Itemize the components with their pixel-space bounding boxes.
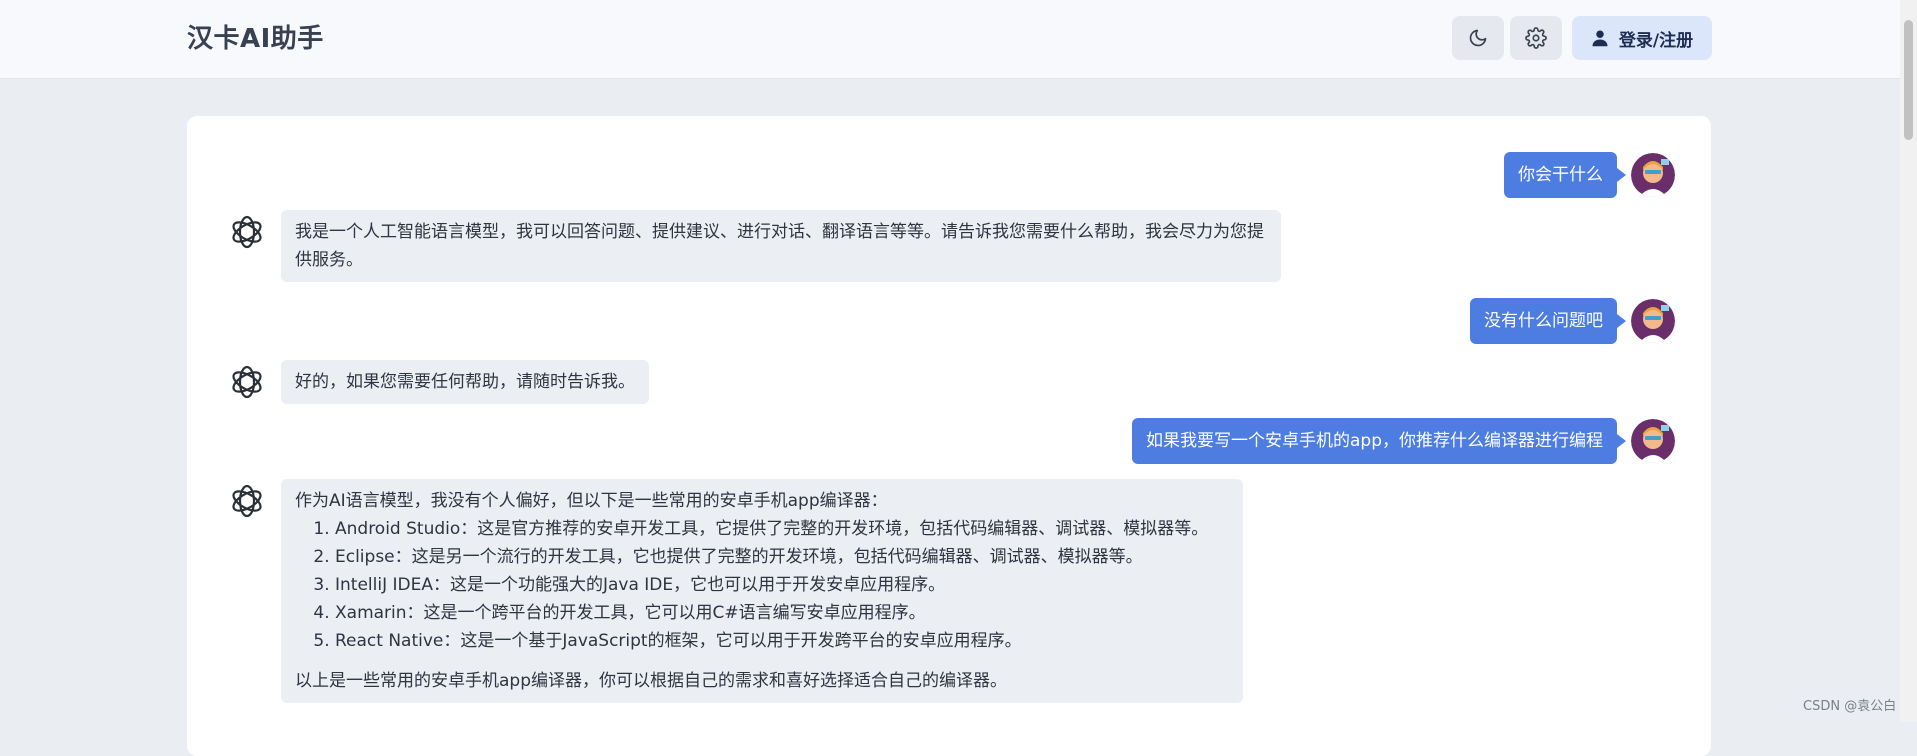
user-avatar [1631,419,1675,463]
list-item: Xamarin：这是一个跨平台的开发工具，它可以用C#语言编写安卓应用程序。 [335,599,1229,627]
user-message: 你会干什么 [1504,152,1675,198]
login-register-label: 登录/注册 [1618,30,1694,51]
openai-logo-icon [232,484,262,518]
user-message-bubble: 你会干什么 [1504,152,1626,198]
dark-mode-toggle-button[interactable] [1452,16,1504,60]
openai-logo-icon [232,365,262,399]
user-message: 没有什么问题吧 [1470,298,1675,344]
assistant-message-bubble: 作为AI语言模型，我没有个人偏好，但以下是一些常用的安卓手机app编译器： An… [281,479,1243,703]
watermark: CSDN @袁公白 [1803,699,1897,714]
gear-icon [1525,27,1547,49]
top-bar: 汉卡AI助手 登录/注册 [0,0,1900,79]
assistant-message-bubble: 好的，如果您需要任何帮助，请随时告诉我。 [281,360,649,404]
openai-logo-icon [232,215,262,249]
compiler-list: Android Studio：这是官方推荐的安卓开发工具，它提供了完整的开发环境… [295,515,1229,655]
list-item: IntelliJ IDEA：这是一个功能强大的Java IDE，它也可以用于开发… [335,571,1229,599]
app-title: 汉卡AI助手 [187,24,324,54]
assistant-message-bubble: 我是一个人工智能语言模型，我可以回答问题、提供建议、进行对话、翻译语言等等。请告… [281,210,1281,282]
assistant-message-intro: 作为AI语言模型，我没有个人偏好，但以下是一些常用的安卓手机app编译器： [295,491,888,511]
list-item: Android Studio：这是官方推荐的安卓开发工具，它提供了完整的开发环境… [335,515,1229,543]
user-message-bubble: 没有什么问题吧 [1470,298,1626,344]
user-avatar [1631,299,1675,343]
user-message-bubble: 如果我要写一个安卓手机的app，你推荐什么编译器进行编程 [1132,418,1626,464]
user-avatar [1631,153,1675,197]
assistant-message-outro: 以上是一些常用的安卓手机app编译器，你可以根据自己的需求和喜好选择适合自己的编… [295,671,1007,691]
user-message: 如果我要写一个安卓手机的app，你推荐什么编译器进行编程 [1132,418,1675,464]
page-scrollbar[interactable] [1900,0,1917,722]
login-register-button[interactable]: 登录/注册 [1572,16,1712,60]
list-item: Eclipse：这是另一个流行的开发工具，它也提供了完整的开发环境，包括代码编辑… [335,543,1229,571]
user-icon [1592,30,1608,47]
moon-icon [1469,29,1487,47]
scrollbar-thumb[interactable] [1904,20,1913,140]
chat-panel: 你会干什么 我是一个人工智能语言模型，我可以回答问题、提供建议、进行对话、翻译语… [187,116,1711,756]
list-item: React Native：这是一个基于JavaScript的框架，它可以用于开发… [335,627,1229,655]
settings-button[interactable] [1510,16,1562,60]
